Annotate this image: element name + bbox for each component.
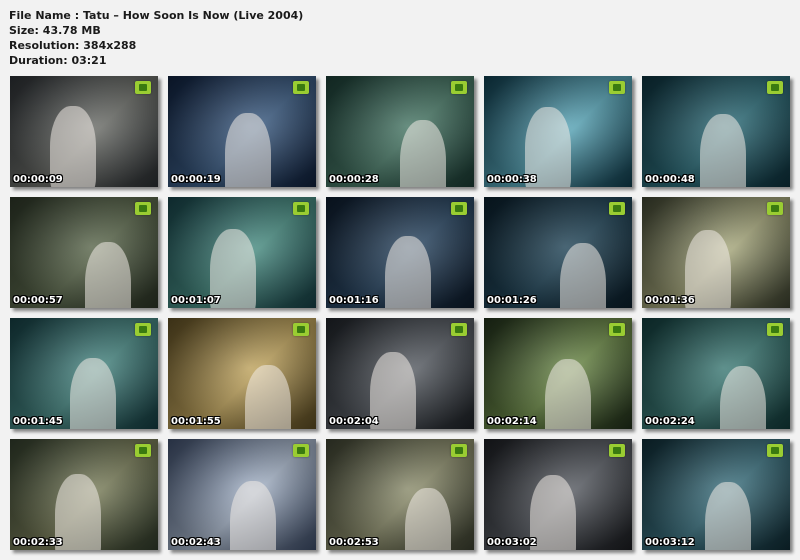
video-thumbnail[interactable]: 00:01:36 bbox=[642, 197, 790, 308]
channel-logo-icon bbox=[293, 323, 309, 336]
video-thumbnail[interactable]: 00:00:38 bbox=[484, 76, 632, 187]
channel-logo-icon bbox=[609, 81, 625, 94]
video-thumbnail[interactable]: 00:02:33 bbox=[10, 439, 158, 550]
video-thumbnail[interactable]: 00:03:02 bbox=[484, 439, 632, 550]
video-thumbnail[interactable]: 00:00:57 bbox=[10, 197, 158, 308]
thumbnail-timestamp: 00:03:12 bbox=[645, 537, 695, 548]
video-thumbnail[interactable]: 00:02:43 bbox=[168, 439, 316, 550]
thumbnail-timestamp: 00:00:57 bbox=[13, 295, 63, 306]
thumbnail-timestamp: 00:00:09 bbox=[13, 174, 63, 185]
thumbnail-timestamp: 00:02:14 bbox=[487, 416, 537, 427]
thumbnail-timestamp: 00:01:07 bbox=[171, 295, 221, 306]
channel-logo-icon bbox=[609, 202, 625, 215]
video-thumbnail[interactable]: 00:01:07 bbox=[168, 197, 316, 308]
thumbnail-timestamp: 00:03:02 bbox=[487, 537, 537, 548]
thumbnail-timestamp: 00:01:16 bbox=[329, 295, 379, 306]
performer-silhouette bbox=[700, 114, 746, 187]
performer-silhouette bbox=[400, 120, 446, 187]
channel-logo-icon bbox=[767, 444, 783, 457]
channel-logo-icon bbox=[451, 444, 467, 457]
thumbnail-timestamp: 00:01:55 bbox=[171, 416, 221, 427]
thumbnail-timestamp: 00:00:48 bbox=[645, 174, 695, 185]
channel-logo-icon bbox=[293, 444, 309, 457]
video-thumbnail[interactable]: 00:00:48 bbox=[642, 76, 790, 187]
channel-logo-icon bbox=[609, 323, 625, 336]
channel-logo-icon bbox=[135, 81, 151, 94]
performer-silhouette bbox=[230, 481, 276, 550]
thumbnail-timestamp: 00:02:04 bbox=[329, 416, 379, 427]
channel-logo-icon bbox=[767, 81, 783, 94]
video-thumbnail[interactable]: 00:01:45 bbox=[10, 318, 158, 429]
video-thumbnail[interactable]: 00:01:55 bbox=[168, 318, 316, 429]
performer-silhouette bbox=[225, 113, 271, 187]
channel-logo-icon bbox=[135, 444, 151, 457]
thumbnail-timestamp: 00:01:45 bbox=[13, 416, 63, 427]
channel-logo-icon bbox=[451, 323, 467, 336]
thumbnail-timestamp: 00:02:24 bbox=[645, 416, 695, 427]
channel-logo-icon bbox=[609, 444, 625, 457]
thumbnail-timestamp: 00:01:36 bbox=[645, 295, 695, 306]
channel-logo-icon bbox=[135, 202, 151, 215]
video-thumbnail[interactable]: 00:01:26 bbox=[484, 197, 632, 308]
performer-silhouette bbox=[545, 359, 591, 429]
channel-logo-icon bbox=[451, 81, 467, 94]
channel-logo-icon bbox=[767, 323, 783, 336]
thumbnail-timestamp: 00:02:33 bbox=[13, 537, 63, 548]
thumbnail-timestamp: 00:02:43 bbox=[171, 537, 221, 548]
channel-logo-icon bbox=[293, 81, 309, 94]
thumbnail-timestamp: 00:00:19 bbox=[171, 174, 221, 185]
thumbnail-timestamp: 00:00:38 bbox=[487, 174, 537, 185]
performer-silhouette bbox=[385, 236, 431, 308]
video-thumbnail[interactable]: 00:00:09 bbox=[10, 76, 158, 187]
thumbnail-timestamp: 00:01:26 bbox=[487, 295, 537, 306]
performer-silhouette bbox=[85, 242, 131, 308]
channel-logo-icon bbox=[767, 202, 783, 215]
video-thumbnail[interactable]: 00:02:14 bbox=[484, 318, 632, 429]
video-thumbnail[interactable]: 00:02:04 bbox=[326, 318, 474, 429]
performer-silhouette bbox=[245, 365, 291, 429]
video-thumbnail[interactable]: 00:02:24 bbox=[642, 318, 790, 429]
performer-silhouette bbox=[720, 366, 766, 429]
channel-logo-icon bbox=[135, 323, 151, 336]
thumbnail-grid: 00:00:09 00:00:19 00:00:28 00:00:38 00:00:48… bbox=[0, 0, 800, 560]
video-thumbnail[interactable]: 00:01:16 bbox=[326, 197, 474, 308]
video-thumbnail[interactable]: 00:02:53 bbox=[326, 439, 474, 550]
video-thumbnail[interactable]: 00:00:19 bbox=[168, 76, 316, 187]
thumbnail-timestamp: 00:00:28 bbox=[329, 174, 379, 185]
channel-logo-icon bbox=[293, 202, 309, 215]
thumbnail-timestamp: 00:02:53 bbox=[329, 537, 379, 548]
channel-logo-icon bbox=[451, 202, 467, 215]
performer-silhouette bbox=[705, 482, 751, 550]
performer-silhouette bbox=[560, 243, 606, 308]
video-thumbnail[interactable]: 00:03:12 bbox=[642, 439, 790, 550]
video-thumbnail[interactable]: 00:00:28 bbox=[326, 76, 474, 187]
performer-silhouette bbox=[70, 358, 116, 429]
